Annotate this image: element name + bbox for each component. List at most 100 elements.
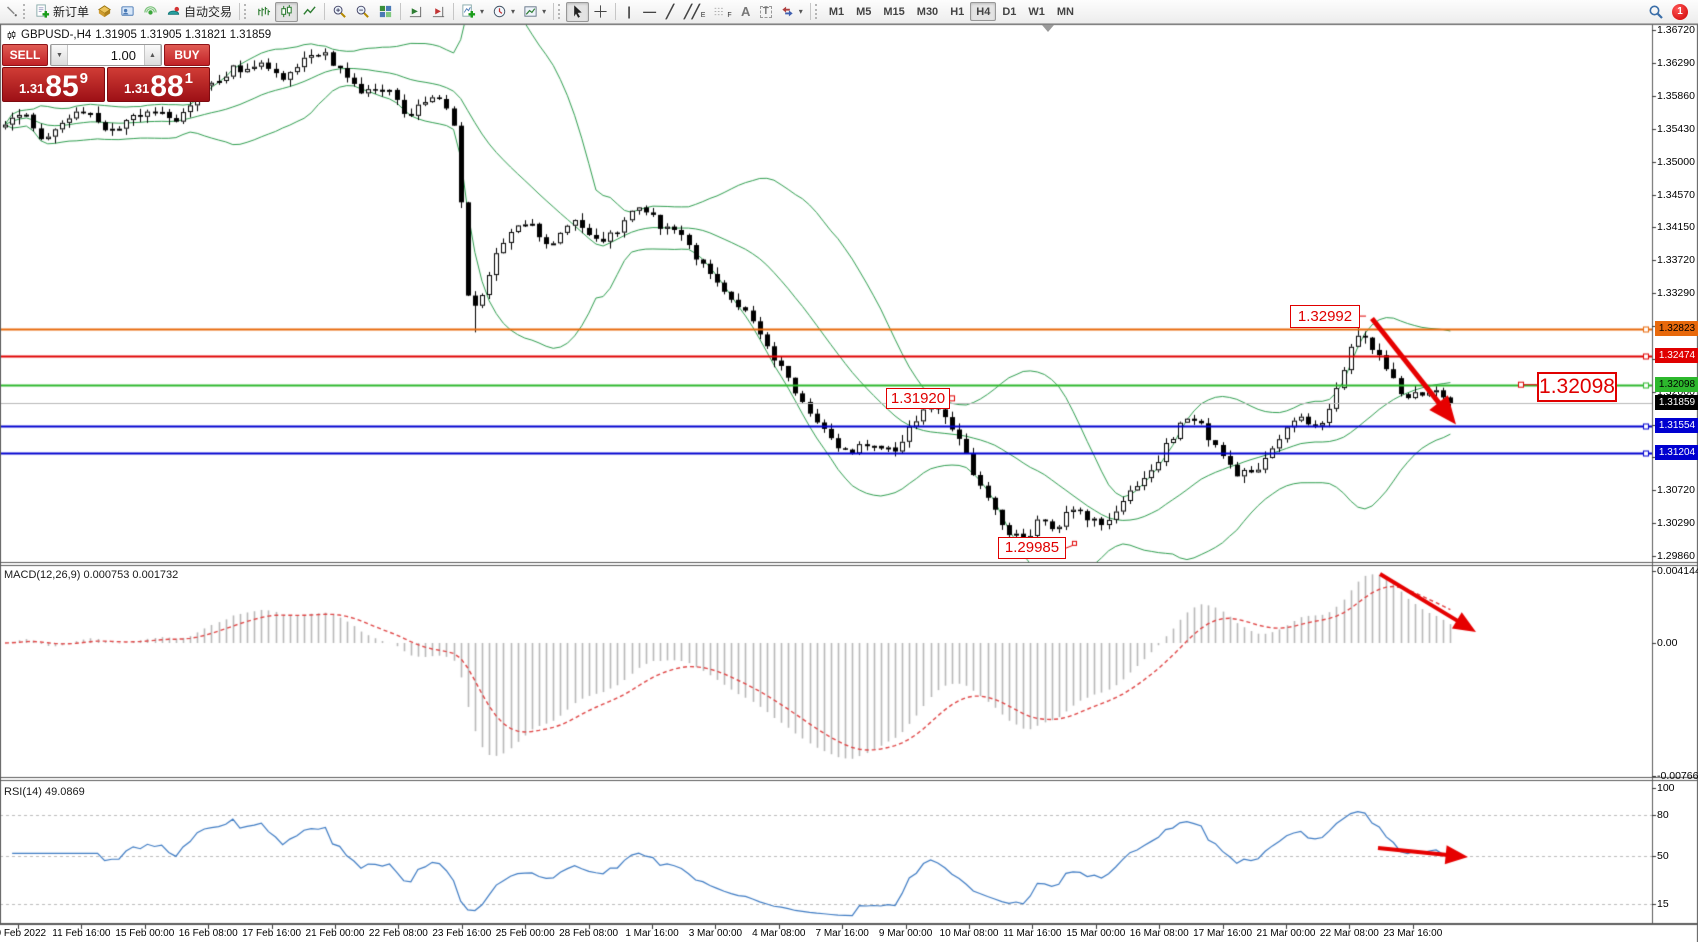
bar-chart-button[interactable]	[252, 2, 275, 22]
fibonacci-button[interactable]: F	[709, 2, 735, 22]
autotrading-icon	[166, 4, 181, 19]
chart-shift-marker[interactable]	[1042, 25, 1054, 32]
timeframe-button-d1[interactable]: D1	[996, 2, 1022, 21]
zoom-out-button[interactable]	[351, 2, 374, 22]
templates-button[interactable]: ▾	[519, 2, 550, 22]
fibonacci-icon	[713, 5, 726, 18]
price-axis-tick: 1.30720	[1657, 484, 1695, 496]
sell-button[interactable]: SELL	[2, 44, 48, 66]
template-icon	[523, 4, 538, 19]
zoom-out-icon	[355, 4, 370, 19]
new-order-button[interactable]: 新订单	[31, 2, 93, 22]
timeframe-button-h4[interactable]: H4	[970, 2, 996, 21]
timeframe-button-m30[interactable]: M30	[911, 2, 944, 21]
text-icon: A	[741, 5, 750, 18]
mt4-terminal: 新订单 自动交易	[0, 0, 1698, 942]
triangle-down-icon: ▼	[56, 52, 63, 59]
bid-big-digits: 85	[45, 74, 78, 100]
candlestick-chart-button[interactable]	[275, 2, 298, 22]
time-axis-label: 22 Feb 08:00	[369, 928, 428, 939]
time-axis-label: 16 Feb 08:00	[179, 928, 238, 939]
price-axis-tick: 1.30290	[1657, 517, 1695, 529]
annotation-pullback: 1.31920	[886, 388, 950, 409]
price-axis-tick: 1.34150	[1657, 221, 1695, 233]
toolbar-drag-handle	[244, 4, 249, 19]
time-axis-label: 15 Mar 00:00	[1066, 928, 1125, 939]
time-axis-label: 11 Feb 16:00	[52, 928, 110, 939]
time-axis-label: 10 Mar 08:00	[940, 928, 999, 939]
text-label-button[interactable]: T	[756, 2, 776, 22]
timeframe-button-m1[interactable]: M1	[823, 2, 850, 21]
line-chart-button[interactable]	[298, 2, 321, 22]
volume-increase-button[interactable]: ▲	[144, 45, 161, 65]
macd-axis-tick: -0.007664	[1657, 770, 1698, 782]
arrows-button[interactable]: ▾	[776, 2, 807, 22]
crosshair-button[interactable]	[589, 2, 612, 22]
volume-input[interactable]	[68, 45, 144, 65]
bid-price-button[interactable]: 1.31859	[2, 67, 105, 102]
zoom-in-button[interactable]	[328, 2, 351, 22]
timeframe-button-h1[interactable]: H1	[944, 2, 970, 21]
search-button[interactable]	[1644, 2, 1668, 22]
price-level-label: 1.31554	[1655, 418, 1698, 433]
timeframe-button-m15[interactable]: M15	[877, 2, 910, 21]
trendline-button[interactable]: ╱	[660, 2, 680, 22]
signals-button[interactable]	[139, 2, 162, 22]
macd-axis-tick: 0.004144	[1657, 565, 1698, 577]
time-axis-label: 9 Mar 00:00	[879, 928, 932, 939]
price-axis-tick: 1.33720	[1657, 254, 1695, 266]
rsi-axis-tick: 15	[1657, 898, 1669, 910]
chevron-down-icon: ▾	[480, 7, 484, 16]
tile-windows-button[interactable]	[374, 2, 397, 22]
bar-chart-icon	[256, 4, 271, 19]
timeframe-button-m5[interactable]: M5	[850, 2, 877, 21]
chevron-down-icon: ▾	[799, 7, 803, 16]
fibonacci-sub-label: F	[727, 12, 731, 19]
time-axis-label: 4 Mar 08:00	[752, 928, 805, 939]
ask-big-digits: 88	[150, 74, 183, 100]
quotes-button[interactable]	[93, 2, 116, 22]
remote-terminal-button[interactable]	[116, 2, 139, 22]
auto-scroll-button[interactable]	[404, 2, 427, 22]
rsi-label: RSI(14) 49.0869	[4, 786, 85, 798]
indicators-button[interactable]: ▾	[457, 2, 488, 22]
time-axis-label: 7 Mar 16:00	[816, 928, 869, 939]
text-button[interactable]: A	[736, 2, 756, 22]
ask-price-button[interactable]: 1.31881	[107, 67, 210, 102]
channel-sub-label: E	[701, 12, 706, 19]
clipped-toolbar-icon[interactable]	[2, 2, 22, 22]
ask-prefix: 1.31	[124, 81, 149, 96]
price-level-label: 1.32823	[1655, 321, 1698, 336]
notifications-badge[interactable]: 1	[1672, 4, 1688, 20]
chart-shift-button[interactable]	[427, 2, 450, 22]
price-axis-tick: 1.33290	[1657, 287, 1695, 299]
cursor-button[interactable]	[566, 2, 589, 22]
price-level-label: 1.31204	[1655, 445, 1698, 460]
toolbar-separator	[400, 3, 401, 20]
buy-button[interactable]: BUY	[164, 44, 210, 66]
price-axis-tick: 1.35430	[1657, 123, 1695, 135]
volume-decrease-button[interactable]: ▼	[51, 45, 68, 65]
price-level-label: 1.32098	[1655, 377, 1698, 392]
toolbar-separator	[615, 3, 616, 20]
triangle-up-icon: ▲	[149, 52, 156, 59]
equidistant-channel-button[interactable]: ╱╱E	[680, 2, 709, 22]
price-axis-tick: 1.35000	[1657, 156, 1695, 168]
toolbar-separator	[810, 3, 811, 20]
zoom-in-icon	[332, 4, 347, 19]
timeframe-button-mn[interactable]: MN	[1051, 2, 1080, 21]
crosshair-icon	[593, 4, 608, 19]
time-axis-label: 17 Feb 16:00	[242, 928, 301, 939]
timeframe-button-w1[interactable]: W1	[1022, 2, 1051, 21]
chart-mini-icon	[6, 30, 17, 41]
price-axis-tick: 1.36720	[1657, 24, 1695, 36]
macd-label: MACD(12,26,9) 0.000753 0.001732	[4, 569, 178, 581]
time-axis-label: 1 Mar 16:00	[625, 928, 678, 939]
autotrading-button[interactable]: 自动交易	[162, 2, 236, 22]
current-price-label: 1.31859	[1655, 395, 1698, 410]
chart-plot-canvas[interactable]	[0, 0, 1698, 942]
periods-button[interactable]: ▾	[488, 2, 519, 22]
annotation-swing-high: 1.32992	[1290, 305, 1360, 328]
horizontal-line-button[interactable]: —	[639, 2, 660, 22]
vertical-line-button[interactable]: |	[619, 2, 639, 22]
